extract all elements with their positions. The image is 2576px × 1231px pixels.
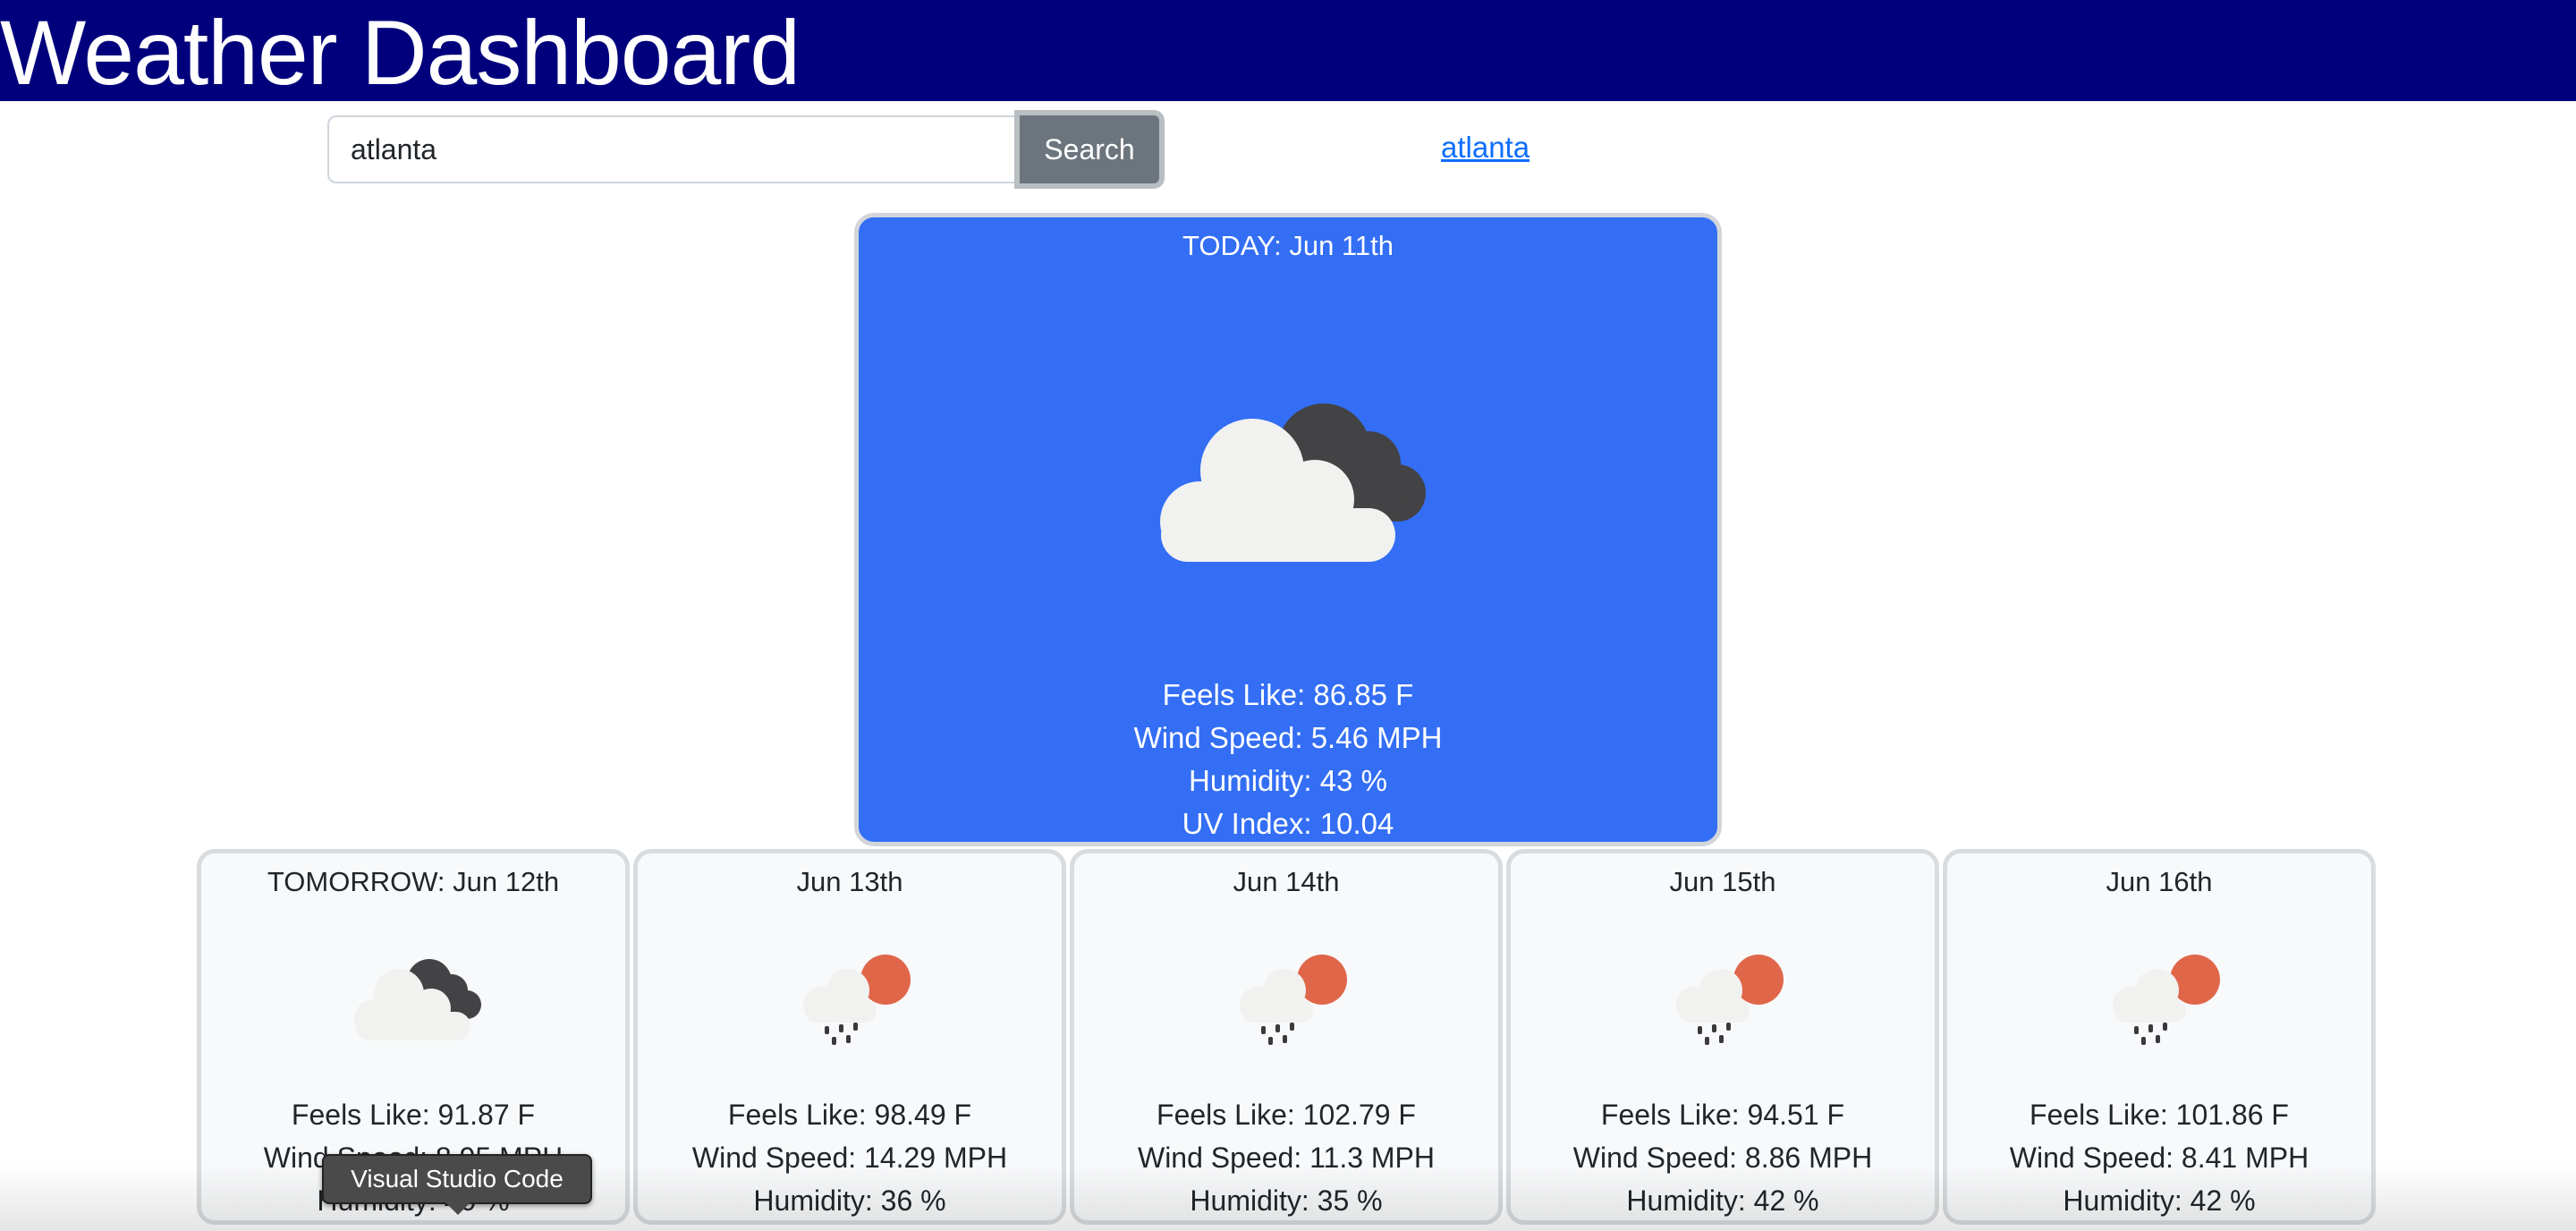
forecast-feels-like: Feels Like: 98.49 F: [727, 1099, 972, 1131]
today-wind-speed: Wind Speed: 5.46 MPH: [1133, 721, 1443, 754]
forecast-date-label: Jun 15th: [1669, 866, 1776, 897]
forecast-wind-speed: Wind Speed: 8.86 MPH: [1572, 1142, 1873, 1174]
forecast-date-label: Jun 13th: [796, 866, 903, 897]
forecast-date-label: TOMORROW: Jun 12th: [267, 866, 560, 897]
forecast-card: Jun 15th Feels Like: 94.51 F Wind Speed:…: [1506, 849, 1939, 1225]
forecast-stats: Feels Like: 94.51 F Wind Speed: 8.86 MPH…: [1511, 1093, 1935, 1220]
forecast-stats: Feels Like: 101.86 F Wind Speed: 8.41 MP…: [1947, 1093, 2371, 1220]
forecast-card: Jun 14th Feels Like: 102.79 F Wind Speed…: [1070, 849, 1503, 1225]
today-uv-index: UV Index: 10.04: [1182, 807, 1394, 840]
forecast-wind-speed: Wind Speed: 14.29 MPH: [691, 1142, 1008, 1174]
app-header: Weather Dashboard: [0, 0, 2576, 104]
forecast-stats: Feels Like: 102.79 F Wind Speed: 11.3 MP…: [1074, 1093, 1498, 1220]
search-history-link-atlanta[interactable]: atlanta: [1441, 131, 1530, 165]
today-date-label: TODAY: Jun 11th: [1182, 230, 1394, 261]
dock-tooltip: Visual Studio Code: [322, 1154, 592, 1215]
rain-sun-icon: [1658, 947, 1796, 1048]
forecast-card: Jun 13th Feels Like: 98.49 F Wind Speed:…: [633, 849, 1066, 1225]
forecast-feels-like: Feels Like: 101.86 F: [2029, 1099, 2289, 1131]
tooltip-arrow: [445, 1202, 470, 1215]
forecast-feels-like: Feels Like: 91.87 F: [291, 1099, 536, 1131]
partly-cloudy-dark-icon: [1145, 374, 1440, 571]
forecast-humidity: Humidity: 35 %: [1190, 1184, 1383, 1217]
today-weather-card: TODAY: Jun 11th Feels Like: 86.85 F Wind…: [854, 213, 1722, 846]
forecast-feels-like: Feels Like: 94.51 F: [1600, 1099, 1845, 1131]
rain-sun-icon: [2095, 947, 2233, 1048]
cloudy-dark-icon: [349, 947, 487, 1048]
rain-sun-icon: [1222, 947, 1360, 1048]
forecast-card: Jun 16th Feels Like: 101.86 F Wind Speed…: [1943, 849, 2376, 1225]
search-button[interactable]: Search: [1014, 110, 1165, 189]
rain-sun-icon: [785, 947, 923, 1048]
forecast-date-label: Jun 14th: [1233, 866, 1340, 897]
forecast-humidity: Humidity: 42 %: [2063, 1184, 2256, 1217]
page-title: Weather Dashboard: [0, 2, 801, 104]
forecast-humidity: Humidity: 36 %: [753, 1184, 946, 1217]
forecast-wind-speed: Wind Speed: 11.3 MPH: [1137, 1142, 1435, 1174]
city-search-input[interactable]: [327, 115, 1016, 183]
forecast-wind-speed: Wind Speed: 8.41 MPH: [2009, 1142, 2309, 1174]
forecast-feels-like: Feels Like: 102.79 F: [1157, 1099, 1416, 1131]
today-stats: Feels Like: 86.85 F Wind Speed: 5.46 MPH…: [859, 674, 1717, 845]
today-feels-like: Feels Like: 86.85 F: [1162, 678, 1414, 711]
forecast-humidity: Humidity: 42 %: [1626, 1184, 1819, 1217]
forecast-date-label: Jun 16th: [2106, 866, 2213, 897]
forecast-stats: Feels Like: 98.49 F Wind Speed: 14.29 MP…: [638, 1093, 1062, 1220]
tooltip-text: Visual Studio Code: [351, 1165, 564, 1193]
today-humidity: Humidity: 43 %: [1189, 764, 1387, 797]
